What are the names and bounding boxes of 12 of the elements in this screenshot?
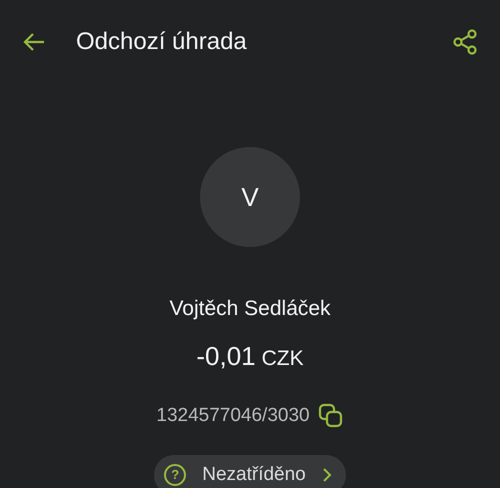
avatar-initial: V <box>200 147 300 247</box>
back-arrow-icon[interactable] <box>22 32 46 52</box>
screen-title: Odchozí úhrada <box>76 27 247 57</box>
copy-icon[interactable] <box>318 402 344 429</box>
share-icon[interactable] <box>452 29 478 55</box>
counterparty-name: Vojtěch Sedláček <box>169 296 331 322</box>
question-icon: ? <box>164 464 186 486</box>
chevron-right-icon <box>322 467 332 483</box>
category-chip[interactable]: ? Nezatříděno <box>154 455 346 488</box>
amount-value: -0,01 <box>196 340 256 372</box>
account-number: 1324577046/3030 <box>156 404 310 428</box>
currency-code: CZK <box>262 346 304 372</box>
